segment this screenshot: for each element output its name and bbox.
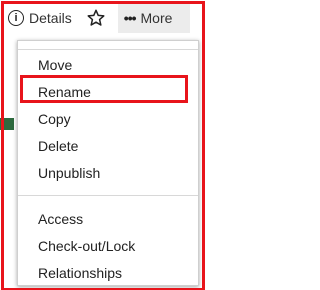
menu-item-access[interactable]: Access: [38, 210, 83, 228]
menu-item-unpublish[interactable]: Unpublish: [38, 164, 100, 182]
underlying-page-accent: [0, 118, 14, 130]
underlying-page: [0, 36, 14, 290]
more-label: More: [140, 10, 173, 26]
favorite-button[interactable]: [86, 3, 106, 33]
menu-item-copy[interactable]: Copy: [38, 110, 71, 128]
menu-item-relationships[interactable]: Relationships: [38, 264, 122, 282]
details-button[interactable]: i Details: [4, 3, 72, 33]
more-dots-icon: •••: [123, 10, 137, 26]
menu-item-delete[interactable]: Delete: [38, 137, 78, 155]
details-label: Details: [29, 10, 72, 26]
star-outline-icon: [87, 9, 105, 26]
more-dropdown-menu: Move Rename Copy Delete Unpublish Access…: [17, 40, 199, 286]
screenshot-stage: i Details ••• More Move Rename Copy Dele…: [0, 0, 205, 290]
more-button[interactable]: ••• More: [117, 3, 190, 33]
menu-item-rename[interactable]: Rename: [38, 83, 91, 101]
menu-item-move[interactable]: Move: [38, 56, 72, 74]
item-toolbar: i Details ••• More: [4, 2, 201, 34]
menu-divider-top: [18, 49, 198, 50]
menu-divider: [18, 195, 198, 196]
menu-item-check-out-lock[interactable]: Check-out/Lock: [38, 237, 135, 255]
info-circle-icon: i: [8, 10, 24, 26]
